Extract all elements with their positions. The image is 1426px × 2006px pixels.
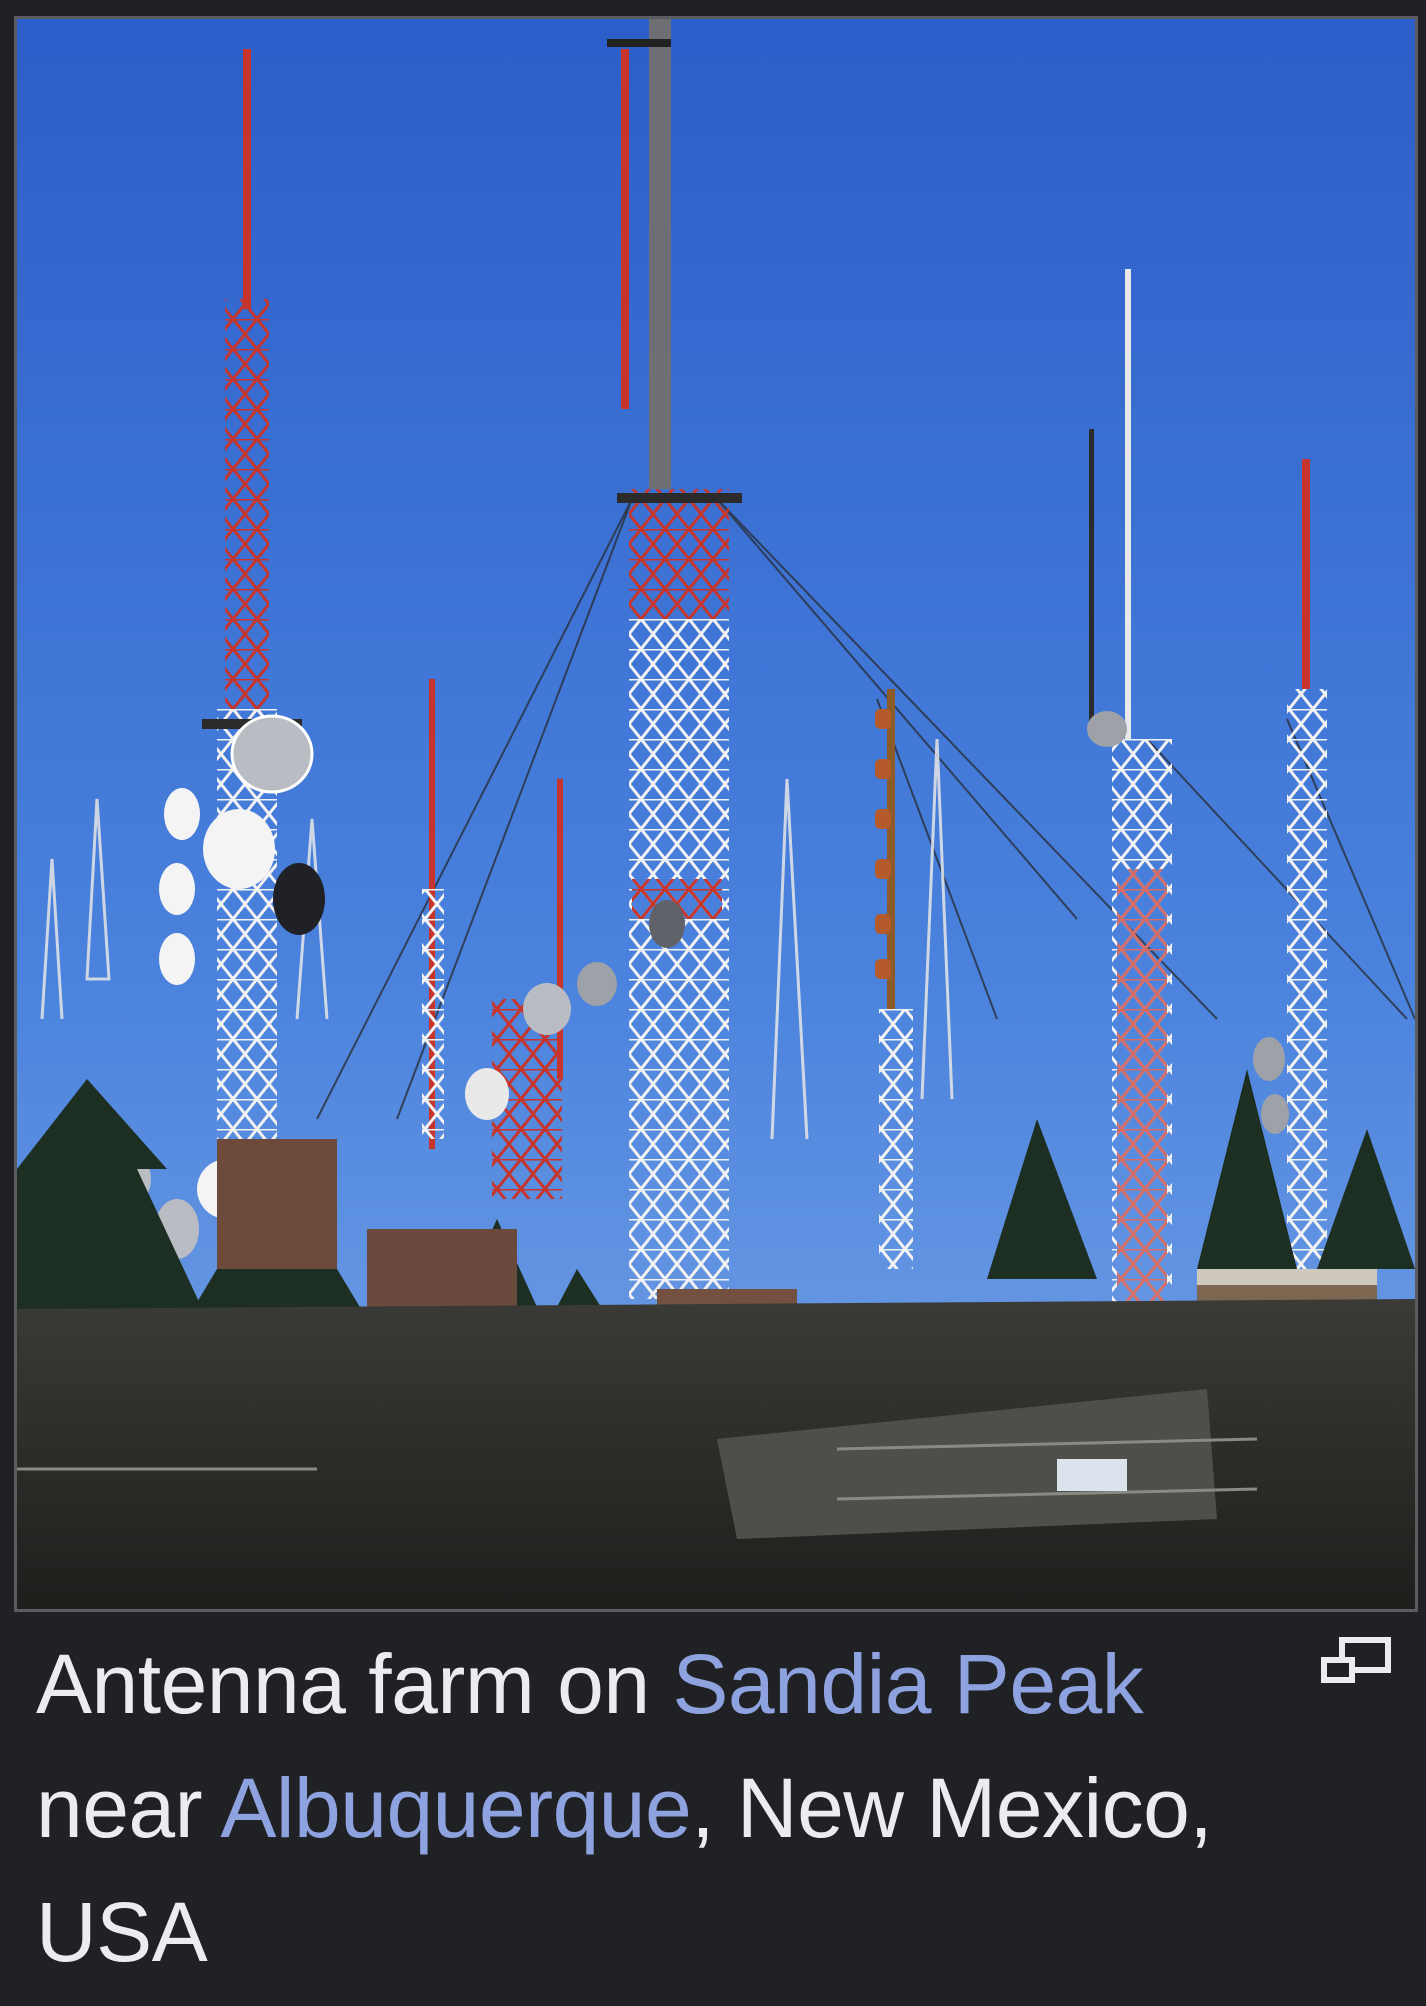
caption-text-2: near xyxy=(36,1761,221,1855)
thumbnail-image[interactable] xyxy=(14,16,1418,1612)
albuquerque-link[interactable]: Albuquerque xyxy=(220,1761,691,1855)
image-caption: Antenna farm on Sandia Peak near Albuque… xyxy=(36,1622,1296,1994)
caption-text-1: Antenna farm on xyxy=(36,1637,673,1731)
antenna-farm-photo xyxy=(17,19,1415,1609)
magnify-clip-icon[interactable] xyxy=(1320,1636,1392,1686)
sandia-peak-link[interactable]: Sandia Peak xyxy=(672,1637,1143,1731)
